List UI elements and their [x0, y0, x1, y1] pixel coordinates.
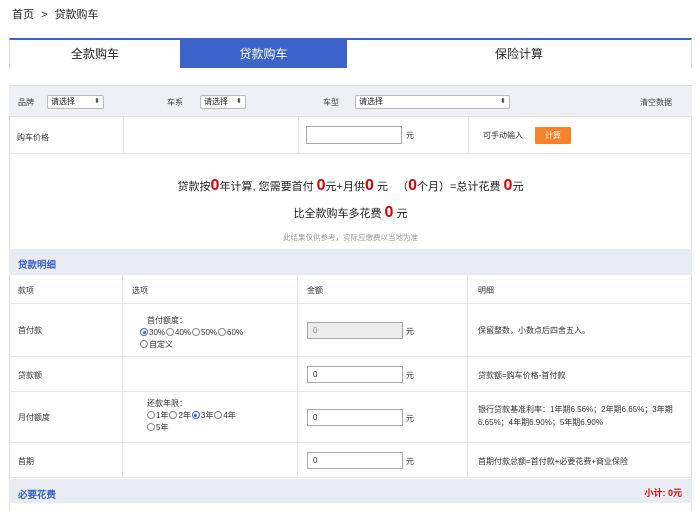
- select-arrow-icon: ⬍: [500, 98, 506, 105]
- row-label: 首付款: [18, 326, 42, 335]
- monthly-payment-value: 0: [364, 177, 374, 194]
- series-select[interactable]: 请选择 ⬍: [200, 95, 246, 109]
- unit: 元: [406, 371, 414, 380]
- subtotal: 小计: 0元: [644, 488, 682, 498]
- unit: 元: [406, 414, 414, 423]
- result-summary: 贷款按0年计算, 您需要首付 0元+月供0 元 （0个月）=总计花费 0元 比全…: [9, 155, 692, 249]
- loan-details-table: 款项 选项 金额 明细 首付款 首付额度： 30% 40% 50% 60% 自定义 0…: [9, 275, 692, 478]
- table-row-monthly-payment: 月付额度 还款年限： 1年 2年 3年 4年 5年 0 元 银行贷款基准利率：1年期6…: [9, 392, 692, 443]
- clear-data-button[interactable]: 清空数据: [640, 97, 672, 108]
- ratio-option[interactable]: 50%: [192, 328, 217, 337]
- row-label: 贷款额: [18, 371, 42, 380]
- radio-icon: [140, 328, 148, 336]
- ratio-option[interactable]: 60%: [218, 328, 243, 337]
- manual-input-hint: 可手动输入: [483, 131, 523, 140]
- down-payment-ratio-options: 30% 40% 50% 60% 自定义: [140, 327, 244, 351]
- down-payment-amount: 0: [307, 322, 403, 339]
- year-option[interactable]: 2年: [169, 411, 191, 420]
- repay-years-title: 还款年限：: [147, 399, 187, 408]
- year-option[interactable]: 5年: [147, 423, 168, 432]
- row-detail: 银行贷款基准利率：1年期6.56%；2年期6.65%；3年期6.65%；4年期6…: [478, 405, 673, 427]
- monthly-payment-input[interactable]: 0: [307, 409, 403, 426]
- repay-years-options: 1年 2年 3年 4年 5年: [147, 410, 237, 434]
- select-arrow-icon: ⬍: [94, 98, 100, 105]
- breadcrumb-current: 贷款购车: [54, 9, 99, 21]
- calculate-button[interactable]: 计算: [535, 127, 571, 144]
- summary-line-1: 贷款按0年计算, 您需要首付 0元+月供0 元 （0个月）=总计花费 0元: [177, 177, 524, 194]
- radio-icon: [147, 411, 155, 419]
- down-payment-ratio-title: 首付额度：: [147, 316, 187, 325]
- summary-line-2: 比全款购车多花费 0 元: [293, 204, 408, 221]
- table-row-loan-amount: 贷款额 0 元 贷款额=购车价格-首付款: [9, 357, 692, 392]
- header-option: 选项: [132, 286, 148, 295]
- breadcrumb-home-link[interactable]: 首页: [12, 9, 34, 21]
- row-detail: 首期付款总额=首付款+必要花费+商业保险: [478, 457, 629, 466]
- ratio-option[interactable]: 自定义: [140, 340, 173, 349]
- car-filter-bar: 品牌 请选择 ⬍ 车系 请选择 ⬍ 车型 请选择 ⬍ 清空数据: [9, 86, 692, 117]
- year-option[interactable]: 4年: [214, 411, 236, 420]
- brand-select-value: 请选择: [51, 97, 75, 106]
- header-item: 款项: [18, 286, 34, 295]
- first-period-input[interactable]: 0: [307, 452, 403, 469]
- table-header-row: 款项 选项 金额 明细: [9, 275, 692, 304]
- months-value: 0: [408, 177, 418, 194]
- extra-cost-value: 0: [384, 204, 394, 221]
- tab-insurance-calc[interactable]: 保险计算: [347, 40, 691, 68]
- tab-loan-purchase[interactable]: 贷款购车: [180, 40, 347, 68]
- unit: 元: [406, 457, 414, 466]
- breadcrumb: 首页 > 贷款购车: [12, 6, 103, 22]
- brand-label: 品牌: [18, 98, 34, 107]
- series-label: 车系: [167, 98, 183, 107]
- row-label: 月付额度: [18, 413, 50, 422]
- row-detail: 贷款额=购车价格-首付款: [478, 371, 566, 380]
- radio-icon: [191, 411, 200, 419]
- year-option[interactable]: 3年: [191, 411, 213, 420]
- loan-amount-input[interactable]: 0: [307, 366, 403, 383]
- breadcrumb-separator: >: [41, 9, 48, 21]
- price-unit: 元: [406, 131, 414, 140]
- unit: 元: [406, 327, 414, 336]
- price-input[interactable]: [306, 126, 402, 144]
- model-select[interactable]: 请选择 ⬍: [355, 95, 510, 109]
- header-amount: 金额: [307, 286, 323, 295]
- radio-icon: [192, 328, 201, 336]
- table-row-first-period: 首期 0 元 首期付款总额=首付款+必要花费+商业保险: [9, 443, 692, 478]
- radio-icon: [218, 328, 227, 336]
- radio-icon: [214, 411, 223, 419]
- loan-details-title: 贷款明细: [18, 260, 57, 271]
- ratio-option[interactable]: 40%: [166, 328, 191, 337]
- necessary-costs-title: 必要花费: [18, 490, 57, 501]
- select-arrow-icon: ⬍: [236, 98, 242, 105]
- model-select-value: 请选择: [359, 97, 383, 106]
- subtotal-value: 0元: [667, 488, 682, 498]
- tab-bar: 全款购车 贷款购车 保险计算: [9, 38, 692, 68]
- tab-full-payment[interactable]: 全款购车: [10, 40, 180, 68]
- brand-select[interactable]: 请选择 ⬍: [47, 95, 104, 109]
- row-label: 首期: [18, 457, 34, 466]
- price-label: 购车价格: [17, 133, 49, 142]
- ratio-option[interactable]: 30%: [140, 328, 165, 337]
- necessary-costs-section-header: 必要花费 小计: 0元: [9, 479, 692, 503]
- radio-icon: [140, 340, 148, 348]
- model-label: 车型: [323, 98, 339, 107]
- table-row-down-payment: 首付款 首付额度： 30% 40% 50% 60% 自定义 0 元 保留整数，小数点后…: [9, 304, 692, 357]
- row-detail: 保留整数，小数点后四舍五入。: [478, 326, 590, 335]
- header-detail: 明细: [478, 286, 494, 295]
- disclaimer-note: 此结果仅供参考，实际应缴费以当地为准: [283, 233, 418, 242]
- loan-details-section-header: 贷款明细: [9, 249, 692, 275]
- series-select-value: 请选择: [204, 97, 228, 106]
- radio-icon: [147, 423, 155, 431]
- radio-icon: [169, 411, 178, 419]
- year-option[interactable]: 1年: [147, 411, 168, 420]
- down-payment-value: 0: [316, 177, 326, 194]
- radio-icon: [166, 328, 175, 336]
- price-row: 购车价格 元 可手动输入 计算: [9, 117, 692, 154]
